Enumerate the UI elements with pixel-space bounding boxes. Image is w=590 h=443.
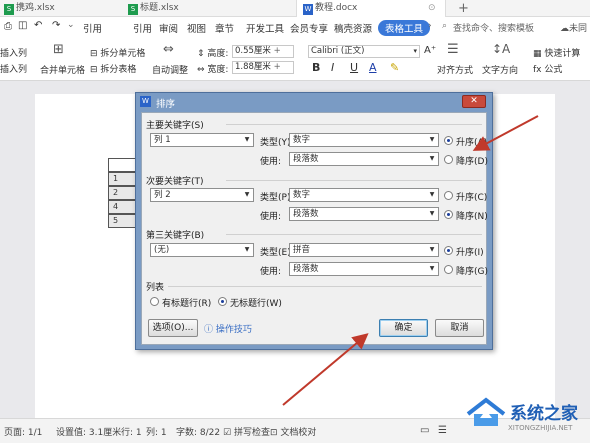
watermark-logo: 系统之家 XITONGZHIJIA.NET [462, 392, 590, 443]
watermark-brand: 系统之家 [510, 404, 578, 424]
watermark-url: XITONGZHIJIA.NET [508, 424, 573, 432]
house-logo-icon [466, 397, 506, 426]
arrow-to-ascending [472, 115, 539, 151]
annotation-arrows [282, 115, 539, 406]
arrow-to-ok [282, 333, 369, 406]
